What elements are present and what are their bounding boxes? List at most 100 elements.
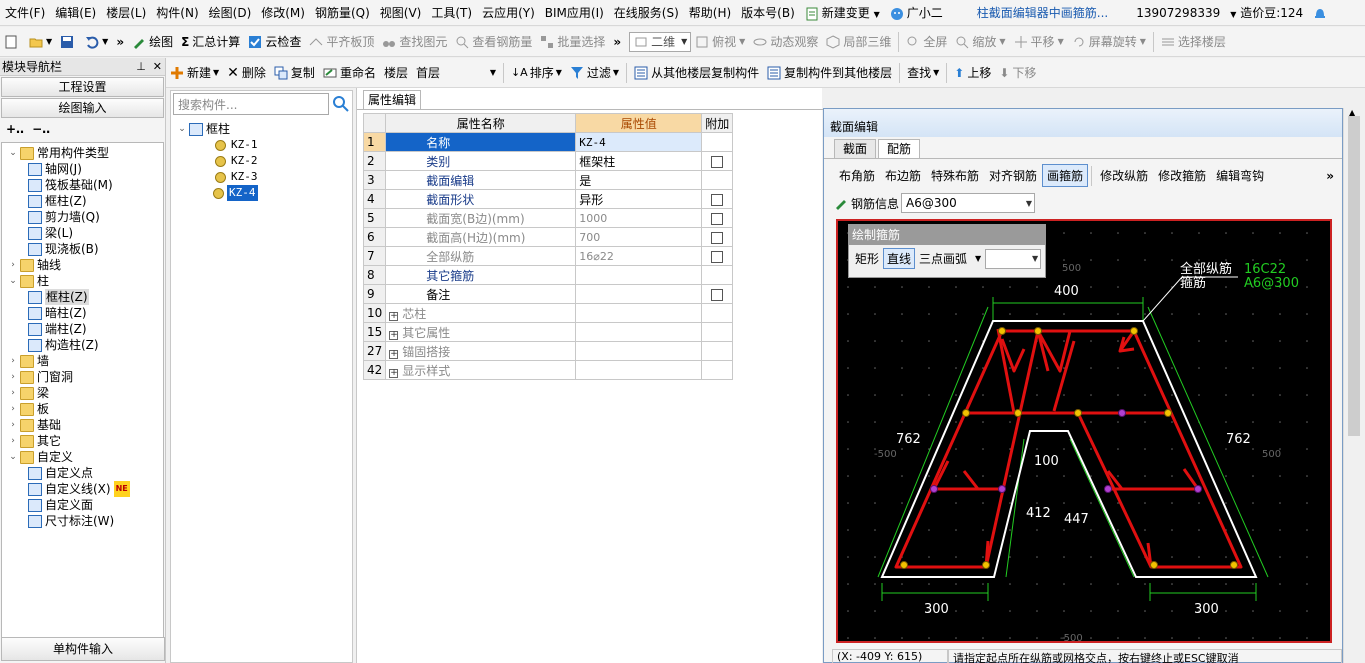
find-element-button[interactable]: 查找图元	[378, 30, 451, 54]
longitudinal-rebar[interactable]	[1150, 561, 1158, 569]
section-tool-button[interactable]: 布角筋	[834, 164, 880, 187]
save-button[interactable]	[56, 30, 81, 54]
dynamic-view-button[interactable]: 动态观察	[749, 30, 822, 54]
find-button[interactable]: 查找 ▼	[903, 61, 943, 85]
component-item[interactable]: KZ-4	[213, 185, 258, 201]
rename-button[interactable]: 重命名	[319, 61, 380, 85]
expand-icon[interactable]: +	[389, 311, 399, 321]
menu-floor[interactable]: 楼层(L)	[101, 4, 151, 21]
section-tool-button[interactable]: 编辑弯钩	[1211, 164, 1269, 187]
extra-checkbox[interactable]	[711, 212, 724, 225]
property-extra[interactable]	[701, 151, 734, 171]
sort-button[interactable]: ↓A 排序 ▼	[507, 61, 566, 85]
stirrup-option-select[interactable]: ▼	[985, 248, 1042, 269]
edge-rebar[interactable]	[930, 485, 938, 493]
tree-folder[interactable]: › 其它	[8, 433, 61, 449]
toolbar-overflow[interactable]: »	[1326, 169, 1334, 183]
fullscreen-button[interactable]: 全屏	[902, 30, 951, 54]
menu-draw[interactable]: 绘图(D)	[204, 4, 257, 21]
local-3d-button[interactable]: 局部三维	[822, 30, 895, 54]
menu-cloud[interactable]: 云应用(Y)	[477, 4, 540, 21]
edge-rebar[interactable]	[1194, 485, 1202, 493]
tree-item[interactable]: 轴网(J)	[28, 161, 82, 177]
longitudinal-rebar[interactable]	[982, 561, 990, 569]
drawing-input-button[interactable]: 绘图输入	[1, 98, 164, 118]
chevron-right-icon[interactable]: ›	[8, 369, 18, 385]
property-value[interactable]: KZ-4	[575, 132, 703, 152]
chevron-right-icon[interactable]: ›	[8, 401, 18, 417]
chevron-right-icon[interactable]: ›	[8, 433, 18, 449]
chevron-right-icon[interactable]: ›	[8, 353, 18, 369]
property-row[interactable]: 5 截面宽(B边)(mm) 1000	[362, 208, 734, 228]
assistant-button[interactable]: 广小二	[885, 4, 948, 21]
top-view-button[interactable]: 俯视 ▼	[691, 30, 749, 54]
component-item[interactable]: KZ-3	[215, 169, 260, 185]
menu-file[interactable]: 文件(F)	[0, 4, 50, 21]
new-change-button[interactable]: 新建变更 ▼	[800, 4, 885, 21]
tree-item[interactable]: 自定义面	[28, 497, 93, 513]
tab-rebar[interactable]: 配筋	[878, 139, 921, 159]
toolbar-overflow[interactable]: »	[112, 30, 128, 54]
longitudinal-rebar[interactable]	[1230, 561, 1238, 569]
longitudinal-rebar[interactable]	[1014, 409, 1022, 417]
longitudinal-rebar[interactable]	[1164, 409, 1172, 417]
tree-folder[interactable]: ⌄ 常用构件类型	[8, 145, 109, 161]
property-extra[interactable]	[701, 189, 734, 209]
menu-help[interactable]: 帮助(H)	[684, 4, 736, 21]
chevron-right-icon[interactable]: ›	[8, 417, 18, 433]
property-extra[interactable]	[701, 246, 734, 266]
expand-icon[interactable]: +	[389, 349, 399, 359]
floor-select[interactable]: 首层 ▼	[412, 61, 500, 85]
view-mode-select[interactable]: 二维 ▼	[629, 31, 692, 52]
menu-rebar-qty[interactable]: 钢筋量(Q)	[310, 4, 375, 21]
tree-item[interactable]: 自定义线(X) NE	[28, 481, 130, 497]
menu-view[interactable]: 视图(V)	[375, 4, 427, 21]
property-value[interactable]	[575, 265, 703, 285]
tree-item[interactable]: 框柱(Z)	[28, 289, 89, 305]
component-item[interactable]: KZ-1	[215, 137, 260, 153]
tab-property-edit[interactable]: 属性编辑	[363, 90, 421, 110]
tree-folder[interactable]: › 板	[8, 401, 49, 417]
tree-item[interactable]: 框柱(Z)	[28, 193, 87, 209]
move-up-button[interactable]: ⬆ 上移	[950, 61, 995, 85]
flatten-slab-button[interactable]: 平齐板顶	[305, 30, 378, 54]
longitudinal-rebar[interactable]	[900, 561, 908, 569]
property-value[interactable]: 异形	[575, 189, 703, 209]
draw-button[interactable]: 绘图	[128, 30, 177, 54]
property-row[interactable]: 3 截面编辑是	[362, 170, 734, 190]
longitudinal-rebar[interactable]	[962, 409, 970, 417]
open-file-button[interactable]: ▼	[25, 30, 56, 54]
extra-checkbox[interactable]	[711, 288, 724, 301]
tree-folder[interactable]: › 轴线	[8, 257, 61, 273]
property-row[interactable]: 8 其它箍筋	[362, 265, 734, 285]
single-input-button[interactable]: 单构件输入	[1, 637, 165, 661]
property-value[interactable]: 是	[575, 170, 703, 190]
scrollbar-thumb[interactable]	[1348, 116, 1360, 436]
extra-checkbox[interactable]	[711, 250, 724, 263]
property-value[interactable]	[575, 360, 703, 380]
zoom-button[interactable]: 缩放 ▼	[951, 30, 1009, 54]
menu-component[interactable]: 构件(N)	[151, 4, 203, 21]
longitudinal-rebar[interactable]	[1074, 409, 1082, 417]
tree-folder[interactable]: ⌄ 自定义	[8, 449, 73, 465]
tree-folder[interactable]: › 门窗洞	[8, 369, 73, 385]
extra-checkbox[interactable]	[711, 193, 724, 206]
copy-to-floor-button[interactable]: 复制构件到其他楼层	[763, 61, 896, 85]
chevron-right-icon[interactable]: ›	[8, 257, 18, 273]
tree-folder[interactable]: › 梁	[8, 385, 49, 401]
rebar-info-input[interactable]: A6@300 ▼	[901, 193, 1036, 213]
property-value[interactable]	[575, 303, 703, 323]
pin-icon[interactable]: ⊥	[136, 60, 146, 73]
pan-button[interactable]: 平移 ▼	[1010, 30, 1068, 54]
project-settings-button[interactable]: 工程设置	[1, 77, 164, 97]
section-tool-button[interactable]: 对齐钢筋	[984, 164, 1042, 187]
menu-bim[interactable]: BIM应用(I)	[540, 4, 609, 21]
expand-icon[interactable]: +	[389, 330, 399, 340]
new-file-button[interactable]	[0, 30, 25, 54]
tree-item[interactable]: 梁(L)	[28, 225, 73, 241]
collapse-all-icon[interactable]: −‥	[32, 122, 50, 136]
batch-select-button[interactable]: 批量选择	[536, 30, 609, 54]
copy-button[interactable]: 复制	[270, 61, 319, 85]
section-tool-button[interactable]: 特殊布筋	[926, 164, 984, 187]
menu-online[interactable]: 在线服务(S)	[609, 4, 684, 21]
